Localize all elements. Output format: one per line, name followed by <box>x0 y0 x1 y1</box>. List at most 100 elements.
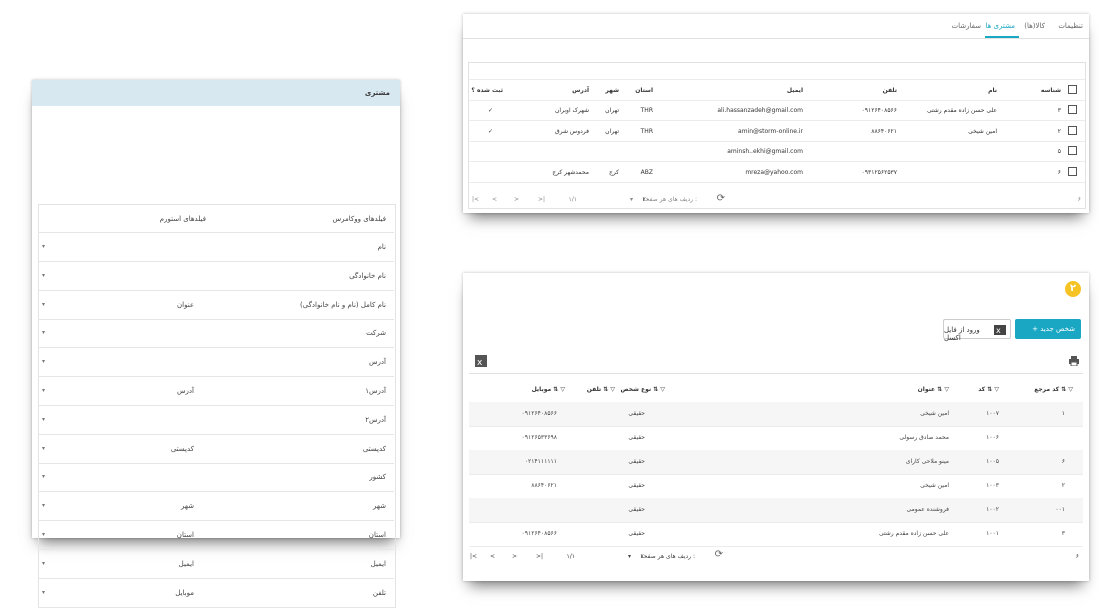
page-indicator: ۱/۱ <box>568 196 577 203</box>
chevron-down-icon[interactable]: ▾ <box>42 473 45 480</box>
header-ref-code[interactable]: کد مرجع ⇅ ▽ <box>1034 386 1073 393</box>
tab-customers[interactable]: مشتری ها <box>986 22 1016 30</box>
table-row[interactable]: ۳ ۱۰۰۱ علی حسن زاده مقدم رشتی حقیقی ۰۹۱۲۶۴۰۸… <box>469 522 1083 547</box>
chevron-down-icon[interactable]: ▾ <box>42 445 45 452</box>
next-page-icon[interactable]: > <box>514 196 519 203</box>
istorm-field-select[interactable]: آدرس <box>177 387 194 395</box>
header-title[interactable]: عنوان ⇅ ▽ <box>918 386 949 393</box>
table-header-row: شناسه نام تلفن ایمیل استان شهر آدرس ثبت … <box>469 79 1085 101</box>
cell-phone: ۰۹۱۲۶۴۰۸۵۶۶ <box>861 107 897 114</box>
cell-city: کرج <box>608 168 619 176</box>
print-icon[interactable] <box>1069 356 1079 366</box>
table-row[interactable]: ۶ ۱۰۰۵ مینو ملاحی کارای حقیقی ۰۲۱۴۱۱۱۱۱۱ <box>469 450 1083 475</box>
table-row[interactable]: ۲ ۱۰۰۳ امین شیخی حقیقی ۸۸۶۴۰۶۲۱ <box>469 474 1083 499</box>
rows-per-page-select[interactable]: ۲۰ <box>643 196 649 203</box>
table-row[interactable]: ۲ امین شیخی ۸۸۶۴۰۶۲۱ amin@storm-online.ir TH… <box>469 121 1085 142</box>
header-email[interactable]: ایمیل <box>787 87 803 94</box>
chevron-down-icon[interactable]: ▾ <box>630 196 633 203</box>
chevron-down-icon[interactable]: ▾ <box>42 358 45 365</box>
header-mobile[interactable]: موبایل ⇅ ▽ <box>532 386 565 393</box>
first-page-icon[interactable]: |< <box>472 196 479 203</box>
istorm-field-select[interactable]: کدپستی <box>171 445 194 453</box>
refresh-icon[interactable]: ⟳ <box>717 193 725 204</box>
table-row[interactable]: ۰۰۱ ۱۰۰۲ فروشنده عمومی حقیقی <box>469 498 1083 523</box>
header-province[interactable]: استان <box>635 87 653 94</box>
cell-mobile: ۸۸۶۴۰۶۲۱ <box>531 482 557 489</box>
new-person-button[interactable]: + شخص جدید <box>1015 319 1081 339</box>
table-row[interactable]: ۶ ۰۹۳۱۲۵۶۲۵۳۷ mreza@yahoo.com ABZ کرج محمدشهر… <box>469 162 1085 183</box>
istorm-field-select[interactable]: موبایل <box>175 589 194 597</box>
woocommerce-field: کشور <box>369 473 386 482</box>
cell-registered: ✓ <box>487 107 493 114</box>
cell-person-type: حقیقی <box>628 530 645 537</box>
chevron-down-icon[interactable]: ▾ <box>42 416 45 423</box>
cell-code: ۱۰۰۶ <box>986 434 999 441</box>
cell-person-type: حقیقی <box>628 434 645 441</box>
istorm-field-select[interactable]: عنوان <box>177 301 194 309</box>
table-row[interactable]: ۱۰۰۶ محمد صادق رسولی حقیقی ۰۹۱۲۶۵۳۳۶۹۸ <box>469 426 1083 451</box>
istorm-field-select[interactable]: ایمیل <box>179 560 194 568</box>
cell-code: ۱۰۰۷ <box>986 410 999 417</box>
header-name[interactable]: نام <box>988 87 997 94</box>
header-person-type[interactable]: نوع شخص ⇅ ▽ <box>621 386 665 393</box>
last-page-icon[interactable]: >| <box>538 196 545 203</box>
row-checkbox[interactable] <box>1068 105 1077 114</box>
mapping-row: کدپستی کدپستی ▾ <box>38 435 394 464</box>
tab-settings[interactable]: تنظیمات <box>1058 22 1083 30</box>
mapping-header-row: فیلدهای ووکامرس فیلدهای استورم <box>38 204 394 233</box>
customers-pager: ۶ ⟳ ردیف های هر صفحه : ۲۰ ▾ ۱/۱ >| > < |… <box>469 189 1085 209</box>
cell-title: امین شیخی <box>920 482 949 489</box>
chevron-down-icon[interactable]: ▾ <box>42 272 45 279</box>
select-all-checkbox[interactable] <box>1068 85 1077 94</box>
chevron-down-icon[interactable]: ▾ <box>628 553 631 560</box>
table-row[interactable]: ۳ علی حسن زاده مقدم رشتی ۰۹۱۲۶۴۰۸۵۶۶ ali.ha… <box>469 100 1085 121</box>
persons-pager: ۶ ⟳ ردیف های هر صفحه : ۲۰ ▾ ۱/۱ >| > < |… <box>469 545 1083 569</box>
header-address[interactable]: آدرس <box>572 87 589 94</box>
tab-bar: تنظیمات کالا(ها) مشتری ها سفارشات <box>463 14 1089 39</box>
refresh-icon[interactable]: ⟳ <box>715 549 723 560</box>
tab-orders[interactable]: سفارشات <box>951 22 981 30</box>
header-phone[interactable]: تلفن <box>883 87 897 94</box>
customers-table: شناسه نام تلفن ایمیل استان شهر آدرس ثبت … <box>468 62 1086 209</box>
svg-text:x: x <box>477 358 483 367</box>
chevron-down-icon[interactable]: ▾ <box>42 301 45 308</box>
row-checkbox[interactable] <box>1068 125 1077 135</box>
cell-city: تهران <box>605 107 619 114</box>
prev-page-icon[interactable]: < <box>490 553 495 560</box>
tab-products[interactable]: کالا(ها) <box>1024 22 1045 30</box>
cell-email: ali.hassanzadeh@gmail.com <box>717 107 803 114</box>
prev-page-icon[interactable]: < <box>492 196 497 203</box>
chevron-down-icon[interactable]: ▾ <box>42 502 45 509</box>
chevron-down-icon[interactable]: ▾ <box>42 243 45 250</box>
next-page-icon[interactable]: > <box>512 553 517 560</box>
import-excel-button[interactable]: ورود از فایل اکسل x <box>943 319 1011 342</box>
cell-title: مینو ملاحی کارای <box>905 458 949 465</box>
table-row[interactable]: ۵ aminsh..ekhi@gmail.com <box>469 141 1085 162</box>
rows-per-page-label: ردیف های هر صفحه : <box>642 196 698 203</box>
row-checkbox[interactable] <box>1068 146 1077 155</box>
woocommerce-field: آدرس۱ <box>365 387 386 395</box>
cell-city: تهران <box>605 127 619 135</box>
mapping-row: شهر شهر ▾ <box>38 492 394 522</box>
last-page-icon[interactable]: >| <box>536 553 543 560</box>
cell-code: ۱۰۰۳ <box>986 482 999 489</box>
istorm-field-select[interactable]: استان <box>177 531 194 539</box>
first-page-icon[interactable]: |< <box>470 553 477 560</box>
header-id[interactable]: شناسه <box>1041 87 1061 94</box>
export-excel-icon[interactable]: x <box>475 355 487 367</box>
rows-per-page-select[interactable]: ۲۰ <box>641 553 647 560</box>
chevron-down-icon[interactable]: ▾ <box>42 589 45 596</box>
persons-panel: ۲ + شخص جدید ورود از فایل اکسل x x کد مر… <box>463 273 1089 581</box>
row-checkbox[interactable] <box>1068 166 1077 176</box>
istorm-field-select[interactable]: شهر <box>181 502 194 510</box>
table-row[interactable]: ۱ ۱۰۰۷ امین شیخی حقیقی ۰۹۱۲۶۴۰۸۵۶۶ <box>469 402 1083 427</box>
chevron-down-icon[interactable]: ▾ <box>42 329 45 336</box>
chevron-down-icon[interactable]: ▾ <box>42 560 45 567</box>
header-registered[interactable]: ثبت شده ؟ <box>471 87 503 94</box>
header-phone[interactable]: تلفن ⇅ ▽ <box>587 386 615 393</box>
chevron-down-icon[interactable]: ▾ <box>42 387 45 394</box>
header-code[interactable]: کد ⇅ ▽ <box>978 386 999 393</box>
chevron-down-icon[interactable]: ▾ <box>42 531 45 538</box>
step-badge: ۲ <box>1065 281 1081 297</box>
header-city[interactable]: شهر <box>605 87 619 94</box>
